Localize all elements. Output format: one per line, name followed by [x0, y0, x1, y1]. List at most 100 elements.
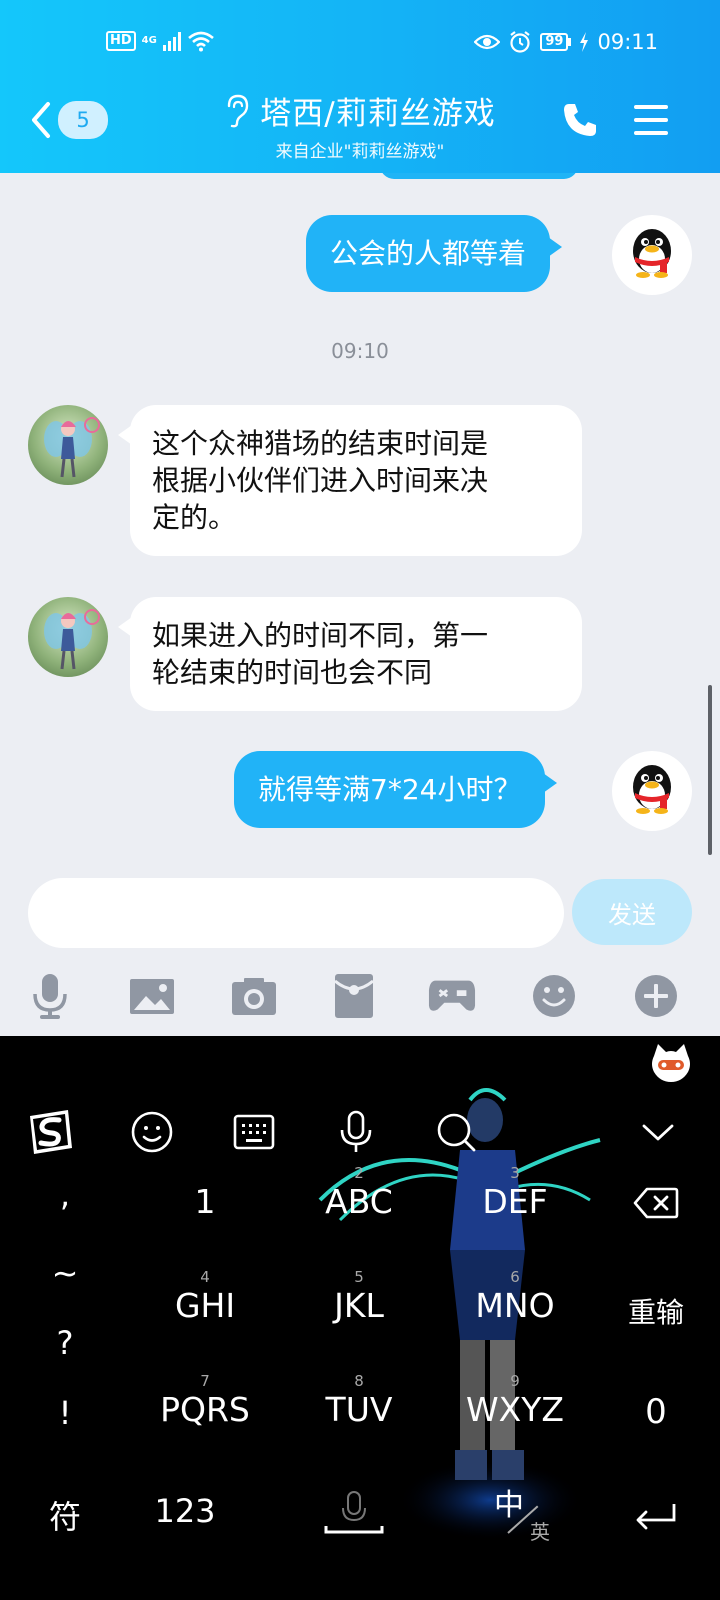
backspace-icon	[633, 1187, 679, 1219]
menu-button[interactable]	[632, 100, 670, 144]
previous-bubble-edge	[380, 173, 578, 179]
mic-icon	[33, 974, 67, 1019]
message-bubble-incoming[interactable]: 如果进入的时间不同，第一 轮结束的时间也会不同	[118, 597, 582, 711]
message-text: 就得等满7*24小时？	[258, 773, 522, 806]
phone-icon	[564, 104, 596, 136]
message-input[interactable]	[28, 878, 564, 948]
title-area: 塔西/莉莉丝游戏 来自企业"莉莉丝游戏"	[0, 88, 720, 162]
sogou-logo-icon	[30, 1110, 72, 1154]
network-type: 4G	[141, 35, 157, 46]
tool-row	[0, 956, 720, 1036]
chat-subtitle: 来自企业"莉莉丝游戏"	[275, 142, 445, 162]
image-icon	[130, 979, 174, 1014]
input-bar: 发送	[0, 868, 720, 956]
scrollbar[interactable]	[708, 685, 712, 855]
status-time: 09:11	[597, 30, 658, 54]
my-avatar[interactable]	[612, 215, 692, 295]
sogou-logo-button[interactable]	[24, 1106, 76, 1158]
collapse-keyboard-button[interactable]	[632, 1106, 684, 1158]
numbers-key[interactable]: 123	[130, 1492, 240, 1530]
message-bubble-outgoing[interactable]: 公会的人都等着	[306, 215, 563, 292]
kb-voice-button[interactable]	[330, 1106, 382, 1158]
key-1[interactable]: 1	[130, 1164, 280, 1222]
search-icon	[437, 1113, 476, 1152]
punct-key[interactable]: ~	[40, 1254, 90, 1292]
keyboard-icon	[233, 1114, 275, 1150]
key-wxyz[interactable]: 9 WXYZ	[440, 1372, 590, 1430]
signal-icon	[162, 31, 181, 51]
language-switch-key[interactable]: 中 英	[488, 1480, 568, 1544]
wifi-icon	[188, 31, 214, 52]
keyboard-switch-button[interactable]	[228, 1106, 280, 1158]
voice-button[interactable]	[26, 972, 74, 1020]
camera-button[interactable]	[230, 972, 278, 1020]
message-text-line: 这个众神猎场的结束时间是	[152, 427, 489, 460]
call-button[interactable]	[560, 100, 600, 144]
space-mic-icon	[324, 1491, 384, 1534]
time-separator: 09:10	[331, 339, 389, 363]
key-mno[interactable]: 6 MNO	[440, 1268, 590, 1326]
message-text: 公会的人都等着	[330, 237, 527, 270]
message-bubble-incoming[interactable]: 这个众神猎场的结束时间是 根据小伙伴们进入时间来决 定的。	[118, 405, 582, 556]
key-0[interactable]: 0	[612, 1392, 700, 1432]
qq-penguin-icon	[633, 765, 671, 814]
backspace-key[interactable]	[612, 1186, 700, 1224]
ear-icon	[228, 94, 249, 127]
kb-emoji-button[interactable]	[126, 1106, 178, 1158]
image-button[interactable]	[128, 972, 176, 1020]
lang-zh-label: 中	[494, 1488, 524, 1523]
emoji-icon	[131, 1111, 173, 1153]
battery-icon: 99	[540, 33, 572, 51]
chat-title: 塔西/莉莉丝游戏	[260, 96, 496, 132]
contact-avatar[interactable]	[28, 405, 108, 485]
message-list[interactable]: 公会的人都等着 09:10 这个众神猎场的结束时间是 根据小伙伴们进入时间来决 …	[0, 173, 720, 868]
game-button[interactable]	[428, 972, 476, 1020]
hd-badge: HD	[106, 31, 136, 51]
message-text-line: 轮结束的时间也会不同	[152, 656, 433, 689]
send-button[interactable]: 发送	[572, 879, 692, 945]
alarm-icon	[510, 31, 531, 53]
keyboard-mascot-icon[interactable]	[650, 1042, 692, 1084]
key-abc[interactable]: 2 ABC	[284, 1164, 434, 1222]
key-jkl[interactable]: 5 JKL	[284, 1268, 434, 1326]
message-bubble-outgoing[interactable]: 就得等满7*24小时？	[234, 751, 558, 828]
chat-header: HD 4G 99 09:11 5 塔西/莉莉丝游戏 来自企业"莉莉丝游戏"	[0, 0, 720, 173]
emoji-button[interactable]	[530, 972, 578, 1020]
hamburger-menu-icon	[634, 105, 668, 135]
enter-key[interactable]	[616, 1500, 696, 1538]
message-text-line: 根据小伙伴们进入时间来决	[152, 464, 489, 497]
mic-icon	[340, 1110, 372, 1152]
key-def[interactable]: 3 DEF	[440, 1164, 590, 1222]
contact-avatar[interactable]	[28, 597, 108, 677]
message-text-line: 如果进入的时间不同，第一	[152, 619, 489, 652]
enter-icon	[636, 1504, 676, 1530]
game-icon	[428, 980, 476, 1011]
retype-key[interactable]: 重输	[604, 1291, 708, 1331]
red-packet-icon	[334, 974, 374, 1018]
symbols-key[interactable]: 符	[30, 1492, 100, 1538]
qq-penguin-icon	[633, 229, 671, 278]
lang-en-label: 英	[530, 1520, 550, 1544]
camera-icon	[232, 978, 276, 1015]
key-ghi[interactable]: 4 GHI	[130, 1268, 280, 1326]
my-avatar[interactable]	[612, 751, 692, 831]
punct-key[interactable]: ,	[40, 1176, 90, 1214]
fairy-avatar-icon	[44, 417, 100, 478]
more-button[interactable]	[632, 972, 680, 1020]
punct-key[interactable]: !	[40, 1394, 90, 1432]
status-left: HD 4G	[106, 30, 215, 52]
space-key[interactable]	[318, 1486, 390, 1542]
plus-icon	[635, 975, 677, 1017]
emoji-icon	[533, 975, 575, 1017]
message-text-line: 定的。	[152, 501, 237, 534]
key-tuv[interactable]: 8 TUV	[284, 1372, 434, 1430]
punct-key[interactable]: ?	[40, 1324, 90, 1362]
eye-icon	[474, 34, 501, 50]
status-right: 99 09:11	[474, 30, 658, 54]
key-pqrs[interactable]: 7 PQRS	[130, 1372, 280, 1430]
charging-icon	[580, 32, 589, 52]
chevron-down-icon	[642, 1124, 674, 1141]
kb-search-button[interactable]	[430, 1106, 482, 1158]
red-packet-button[interactable]	[330, 972, 378, 1020]
ime-keyboard: , ~ ? ! 1 2 ABC 3 DEF 4 GHI 5 JKL 6 MNO …	[0, 1036, 720, 1600]
